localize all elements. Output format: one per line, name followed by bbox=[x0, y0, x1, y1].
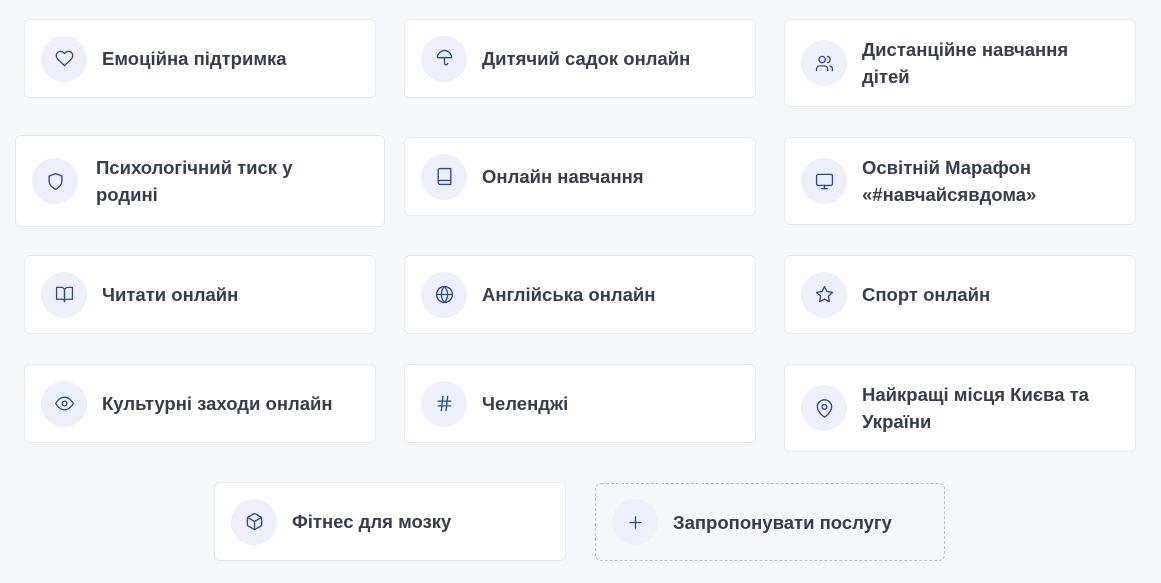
umbrella-icon bbox=[421, 35, 467, 82]
users-icon bbox=[801, 40, 847, 86]
service-card-brain-fitness[interactable]: Фітнес для мозку bbox=[214, 482, 566, 561]
service-label: Емоційна підтримка bbox=[102, 48, 287, 69]
hash-icon bbox=[421, 380, 467, 427]
service-card-read-online[interactable]: Читати онлайн bbox=[24, 255, 376, 334]
suggest-service-button[interactable]: Запропонувати послугу bbox=[595, 483, 945, 561]
eye-icon bbox=[41, 380, 87, 427]
monitor-icon bbox=[801, 158, 847, 204]
service-card-cultural-events[interactable]: Культурні заходи онлайн bbox=[24, 364, 376, 443]
book-icon bbox=[421, 153, 467, 200]
service-label: Культурні заходи онлайн bbox=[102, 393, 333, 414]
box-icon bbox=[231, 498, 277, 545]
service-card-education-marathon[interactable]: Освітній Марафон «#навчайсявдома» bbox=[784, 137, 1136, 225]
service-label: Онлайн навчання bbox=[482, 166, 644, 187]
service-card-challenges[interactable]: Челенджі bbox=[404, 364, 756, 443]
service-card-sport-online[interactable]: Спорт онлайн bbox=[784, 255, 1136, 334]
service-label: Читати онлайн bbox=[102, 284, 239, 305]
star-icon bbox=[801, 271, 847, 318]
service-label: Фітнес для мозку bbox=[292, 511, 452, 532]
service-label: Дистанційне навчання дітей bbox=[862, 39, 1069, 87]
service-card-best-places[interactable]: Найкращі місця Києва та України bbox=[784, 364, 1136, 452]
service-label: Освітній Марафон «#навчайсявдома» bbox=[862, 157, 1037, 205]
service-card-emotional-support[interactable]: Емоційна підтримка bbox=[24, 19, 376, 98]
shield-icon bbox=[32, 158, 78, 204]
service-card-kindergarten[interactable]: Дитячий садок онлайн bbox=[404, 19, 756, 98]
plus-icon bbox=[612, 499, 658, 545]
service-card-distance-learning[interactable]: Дистанційне навчання дітей bbox=[784, 19, 1136, 107]
service-label: Англійська онлайн bbox=[482, 284, 656, 305]
service-label: Челенджі bbox=[482, 393, 569, 414]
globe-icon bbox=[421, 271, 467, 318]
service-label: Психологічний тиск у родині bbox=[96, 157, 293, 205]
map-pin-icon bbox=[801, 385, 847, 431]
heart-icon bbox=[41, 35, 87, 82]
service-label: Дитячий садок онлайн bbox=[482, 48, 691, 69]
service-card-english-online[interactable]: Англійська онлайн bbox=[404, 255, 756, 334]
suggest-service-label: Запропонувати послугу bbox=[673, 511, 892, 533]
service-label: Найкращі місця Києва та України bbox=[862, 384, 1089, 432]
service-card-psychological-pressure[interactable]: Психологічний тиск у родині bbox=[15, 135, 385, 227]
open-book-icon bbox=[41, 271, 87, 318]
service-card-online-learning[interactable]: Онлайн навчання bbox=[404, 137, 756, 216]
service-label: Спорт онлайн bbox=[862, 284, 991, 305]
